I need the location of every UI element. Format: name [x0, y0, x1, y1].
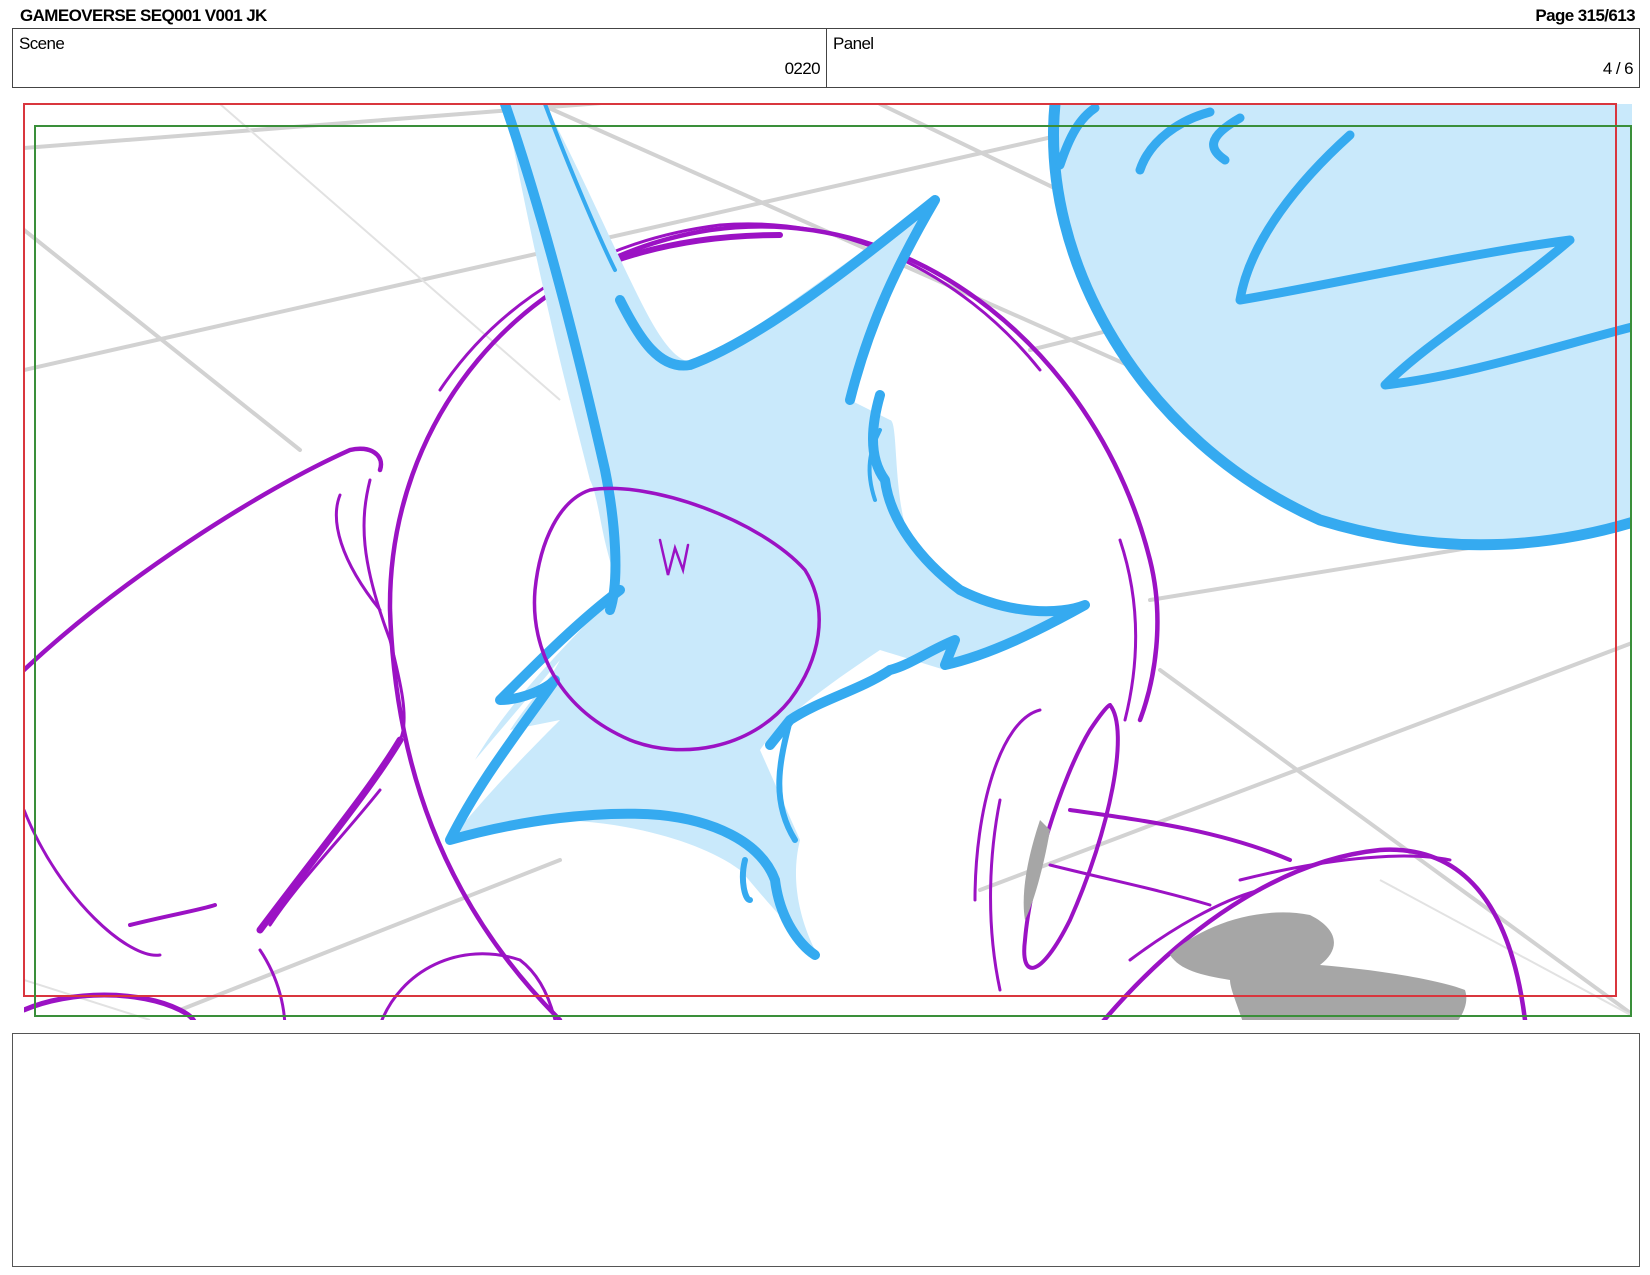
- effect-blob-upper-right: [1048, 104, 1632, 551]
- storyboard-panel-artwork: [23, 103, 1632, 1020]
- character-arm-left: [24, 446, 557, 1020]
- effect-starburst: [445, 104, 1090, 960]
- panel-notes-box[interactable]: [12, 1033, 1640, 1267]
- ear-shadow: [1023, 820, 1050, 920]
- shadow-shape: [1170, 912, 1467, 1020]
